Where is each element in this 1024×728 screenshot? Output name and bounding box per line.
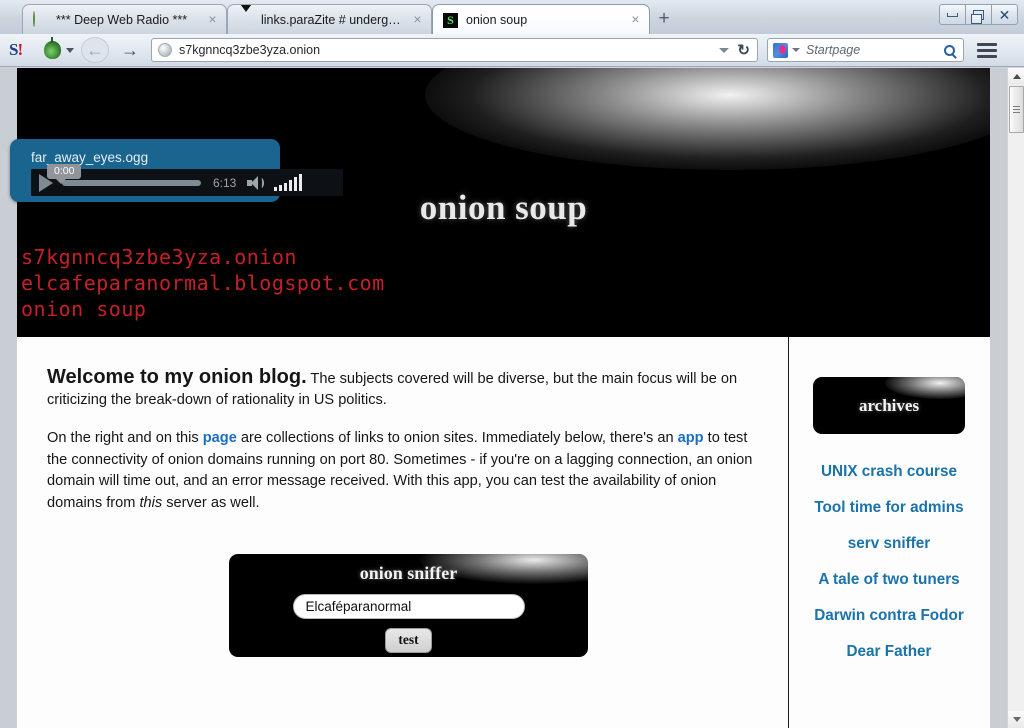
chevron-up-icon	[1012, 74, 1021, 79]
search-input[interactable]: Startpage	[806, 43, 944, 57]
onion-sniffer-widget: onion sniffer test	[229, 554, 588, 657]
triangle-icon	[238, 5, 254, 28]
vertical-scrollbar[interactable]	[1007, 68, 1024, 728]
close-button[interactable]: ✕	[991, 4, 1018, 25]
intro-paragraph: Welcome to my onion blog. The subjects c…	[47, 367, 770, 411]
main-column: Welcome to my onion blog. The subjects c…	[17, 337, 789, 728]
arrow-left-icon: ←	[86, 40, 104, 60]
banner-address-lines: s7kgnncq3zbe3yza.onion elcafeparanormal.…	[21, 244, 385, 322]
slashdot-logo-icon[interactable]: S!	[9, 40, 33, 60]
banner-line-onion: s7kgnncq3zbe3yza.onion	[21, 245, 297, 269]
desc-text-2: are collections of links to onion sites.…	[236, 430, 678, 446]
chevron-down-icon[interactable]	[719, 47, 730, 53]
sidebar-link-serv-sniffer[interactable]: serv sniffer	[789, 535, 989, 553]
desc-text-1: On the right and on this	[47, 430, 203, 446]
arrow-right-icon: →	[121, 40, 139, 60]
archives-label: archives	[858, 395, 920, 415]
banner-glow-decoration	[425, 68, 990, 170]
speaker-icon[interactable]	[247, 175, 265, 190]
sidebar-link-unix-crash-course[interactable]: UNIX crash course	[789, 463, 989, 481]
tab-title: onion soup	[466, 12, 528, 27]
maximize-button[interactable]	[965, 4, 992, 25]
tab-deep-web-radio[interactable]: *** Deep Web Radio *** ×	[22, 4, 227, 34]
tab-title: *** Deep Web Radio ***	[56, 12, 188, 27]
chevron-down-icon[interactable]	[792, 48, 800, 52]
restore-icon	[971, 9, 984, 24]
sniffer-title: onion sniffer	[359, 563, 458, 583]
sidebar-link-dear-father[interactable]: Dear Father	[789, 643, 989, 661]
s-favicon-icon: S	[443, 12, 459, 28]
tab-close-icon[interactable]: ×	[205, 12, 220, 27]
search-bar[interactable]: Startpage	[767, 38, 964, 62]
navigation-toolbar: S! ← → s7kgnncq3zbe3yza.onion ↻ Startpag…	[0, 34, 1024, 67]
page-link[interactable]: page	[203, 430, 237, 446]
tab-links-parazite[interactable]: links.paraZite # undergrou... ×	[227, 4, 432, 34]
banner-line-blogspot: elcafeparanormal.blogspot.com	[21, 271, 385, 295]
url-text: s7kgnncq3zbe3yza.onion	[179, 43, 321, 57]
menu-button[interactable]	[977, 42, 997, 58]
minimize-icon	[947, 12, 958, 17]
desc-emphasis: this	[139, 494, 163, 511]
scroll-up-button[interactable]	[1008, 68, 1024, 85]
sidebar-link-a-tale-of-two-tuners[interactable]: A tale of two tuners	[789, 571, 989, 589]
reload-icon[interactable]: ↻	[737, 43, 750, 58]
address-bar[interactable]: s7kgnncq3zbe3yza.onion ↻	[151, 38, 758, 62]
banner-line-name: onion soup	[21, 297, 147, 321]
scrollbar-thumb[interactable]	[1009, 86, 1024, 133]
onion-icon[interactable]	[44, 37, 61, 59]
sidebar: archives UNIX crash course Tool time for…	[789, 337, 989, 728]
browser-window: *** Deep Web Radio *** × links.paraZite …	[0, 0, 1024, 728]
site-banner: onion soup s7kgnncq3zbe3yza.onion elcafe…	[17, 68, 990, 337]
sidebar-link-darwin-contra-fodor[interactable]: Darwin contra Fodor	[789, 607, 989, 625]
audio-player[interactable]: far_away_eyes.ogg 6:13 0:00	[10, 139, 343, 202]
volume-slider[interactable]	[274, 174, 303, 191]
new-tab-button[interactable]: +	[653, 9, 675, 29]
audio-duration: 6:13	[213, 175, 237, 190]
archives-header: archives	[813, 377, 965, 434]
tab-close-icon[interactable]: ×	[628, 12, 643, 27]
sidebar-link-tool-time-for-admins[interactable]: Tool time for admins	[789, 499, 989, 517]
site-identity-icon	[158, 43, 172, 57]
desc-text-4: server as well.	[162, 494, 260, 511]
startpage-icon	[773, 42, 788, 58]
tab-close-icon[interactable]: ×	[410, 12, 425, 27]
tab-strip: *** Deep Web Radio *** × links.paraZite …	[0, 0, 1024, 34]
app-link[interactable]: app	[678, 430, 704, 446]
back-button[interactable]: ←	[81, 37, 109, 63]
tab-title: links.paraZite # undergrou...	[261, 12, 403, 27]
window-controls: ✕	[939, 4, 1018, 25]
welcome-heading: Welcome to my onion blog.	[47, 366, 307, 388]
close-icon: ✕	[998, 6, 1011, 23]
audio-time-tooltip: 0:00	[47, 164, 82, 184]
search-icon[interactable]	[944, 44, 955, 56]
test-button[interactable]: test	[385, 628, 432, 653]
minimize-button[interactable]	[939, 4, 966, 25]
page-viewport: onion soup s7kgnncq3zbe3yza.onion elcafe…	[0, 68, 1007, 728]
scroll-down-button[interactable]	[1008, 711, 1024, 728]
audio-progress-track[interactable]	[62, 179, 201, 186]
forward-button[interactable]: →	[116, 37, 144, 63]
tab-onion-soup[interactable]: S onion soup ×	[432, 4, 650, 34]
content-area: Welcome to my onion blog. The subjects c…	[17, 337, 990, 728]
chevron-down-icon[interactable]	[66, 47, 74, 53]
onion-domain-input[interactable]	[292, 594, 525, 619]
audio-filename: far_away_eyes.ogg	[31, 150, 149, 165]
description-paragraph: On the right and on this page are collec…	[47, 428, 770, 514]
chevron-down-icon	[1012, 717, 1021, 722]
globe-icon	[33, 10, 49, 28]
